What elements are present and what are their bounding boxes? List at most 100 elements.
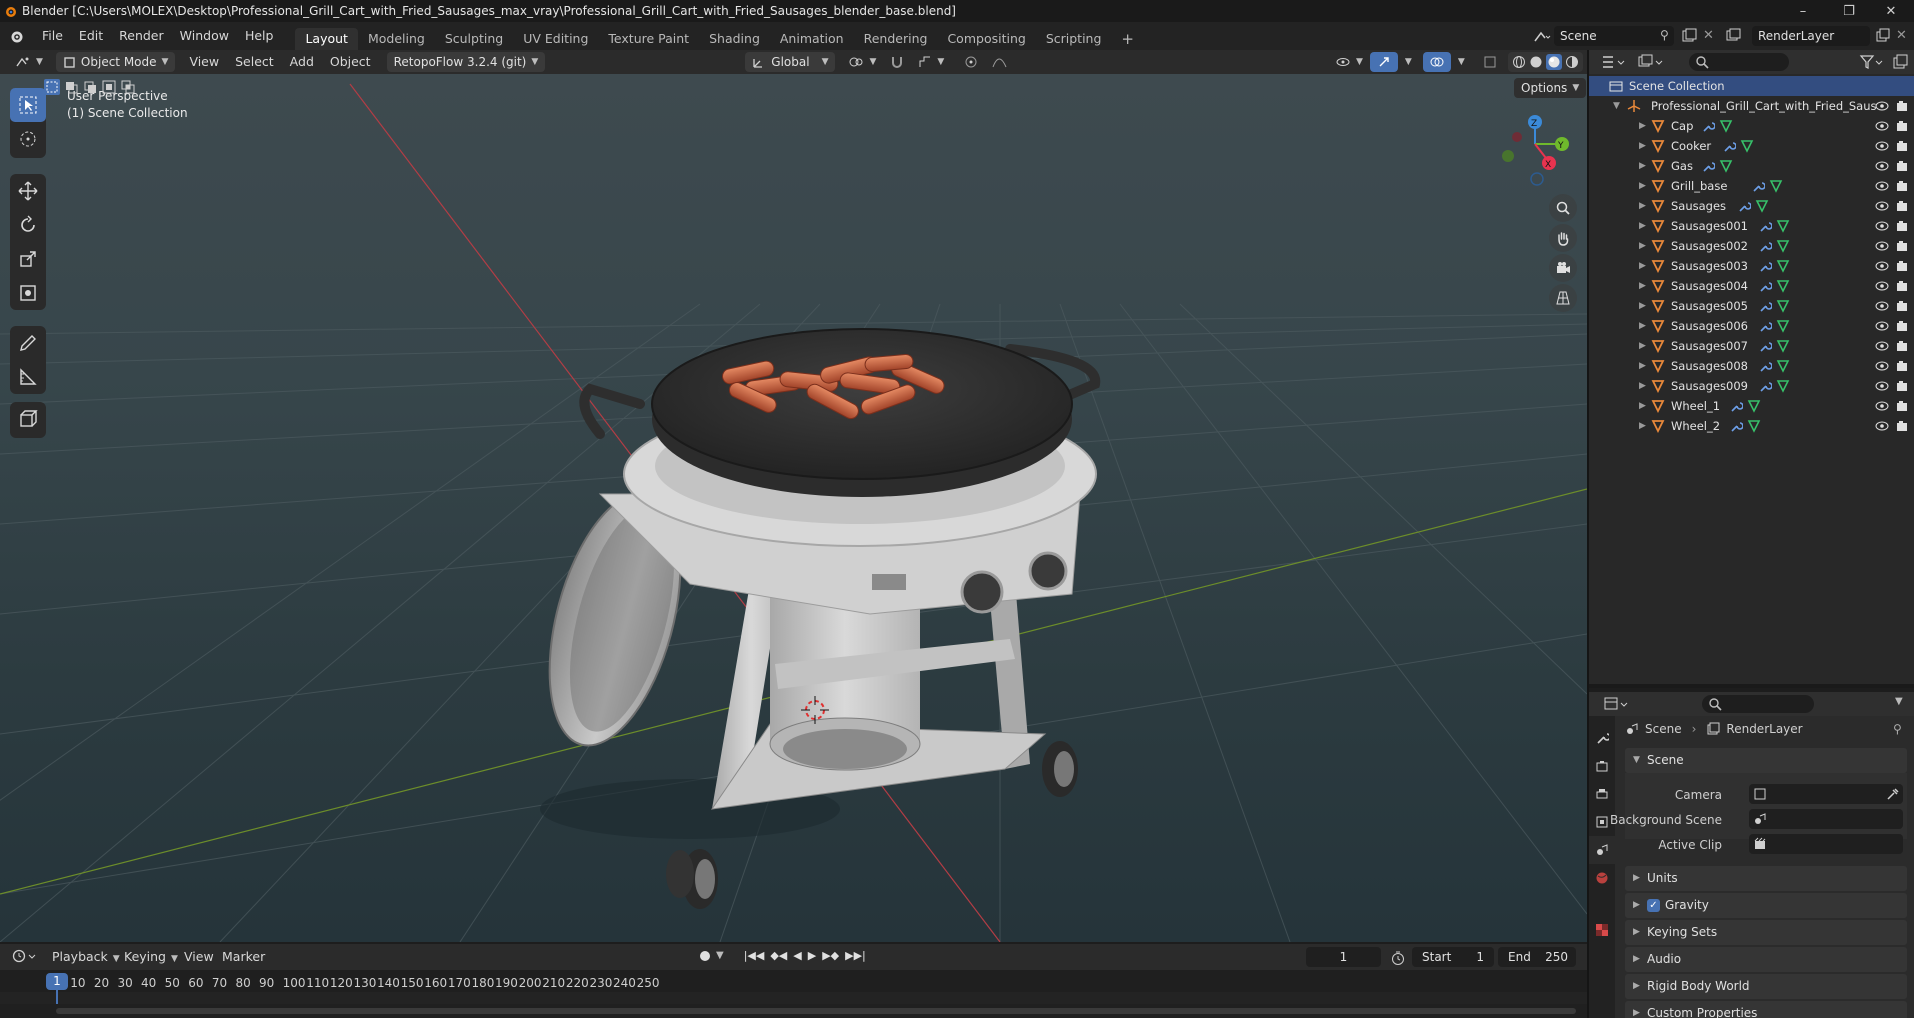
render-camera-icon[interactable] xyxy=(1895,279,1909,293)
tab-uv-editing[interactable]: UV Editing xyxy=(513,28,598,50)
expand-arrow-icon[interactable]: ▶ xyxy=(1639,116,1646,136)
visibility-eye-icon[interactable] xyxy=(1875,100,1889,112)
expand-arrow-icon[interactable]: ▶ xyxy=(1639,416,1646,436)
modifier-wrench-icon[interactable] xyxy=(1758,319,1773,333)
outliner-item-sausages007[interactable]: ▶ Sausages007 xyxy=(1589,336,1914,356)
properties-options-icon[interactable]: ▼ xyxy=(1895,696,1903,707)
tab-texture-paint[interactable]: Texture Paint xyxy=(598,28,699,50)
visibility-eye-icon[interactable] xyxy=(1875,340,1889,352)
gravity-panel-header[interactable]: ▶ ✓ Gravity xyxy=(1625,893,1907,918)
new-collection-icon[interactable] xyxy=(1892,54,1908,73)
rigid-body-world-panel-header[interactable]: ▶ Rigid Body World xyxy=(1625,974,1907,999)
rotate-tool[interactable] xyxy=(10,208,46,242)
pin-scene-icon[interactable]: ⚲ xyxy=(1660,28,1669,42)
expand-arrow-icon[interactable]: ▶ xyxy=(1639,336,1646,356)
pin-properties-icon[interactable]: ⚲ xyxy=(1893,722,1902,736)
mesh-data-icon[interactable] xyxy=(1776,219,1790,233)
expand-arrow-icon[interactable]: ▶ xyxy=(1639,376,1646,396)
visibility-eye-icon[interactable] xyxy=(1875,180,1889,192)
outliner-item-wheel-2[interactable]: ▶ Wheel_2 xyxy=(1589,416,1914,436)
grill-cart-model[interactable] xyxy=(525,328,1101,909)
visibility-eye-icon[interactable] xyxy=(1875,120,1889,132)
expand-arrow-icon[interactable]: ▶ xyxy=(1639,136,1646,156)
mesh-data-icon[interactable] xyxy=(1776,299,1790,313)
tab-world[interactable] xyxy=(1589,864,1615,892)
tab-tool[interactable] xyxy=(1589,724,1615,752)
mesh-data-icon[interactable] xyxy=(1719,119,1733,133)
render-camera-icon[interactable] xyxy=(1895,319,1909,333)
keying-sets-panel-header[interactable]: ▶ Keying Sets xyxy=(1625,920,1907,945)
outliner-scene-collection[interactable]: Scene Collection xyxy=(1589,76,1914,96)
outliner-collection[interactable]: ▼ Professional_Grill_Cart_with_Fried_Saus xyxy=(1589,96,1914,116)
mesh-data-icon[interactable] xyxy=(1719,159,1733,173)
timeline-menu-marker[interactable]: Marker xyxy=(214,943,273,971)
blender-menu-icon[interactable] xyxy=(8,28,24,44)
modifier-wrench-icon[interactable] xyxy=(1758,279,1773,293)
restore-button[interactable]: ❐ xyxy=(1826,0,1872,22)
outliner-item-sausages002[interactable]: ▶ Sausages002 xyxy=(1589,236,1914,256)
visibility-eye-icon[interactable] xyxy=(1875,380,1889,392)
tab-render[interactable] xyxy=(1589,752,1615,780)
mesh-data-icon[interactable] xyxy=(1747,399,1761,413)
jump-next-keyframe-icon[interactable]: ▶◆ xyxy=(822,949,839,962)
modifier-wrench-icon[interactable] xyxy=(1701,119,1715,133)
viewport-menu-object[interactable]: Object xyxy=(322,48,379,76)
add-cube-tool[interactable] xyxy=(10,402,46,436)
expand-arrow-icon[interactable]: ▶ xyxy=(1639,236,1646,256)
expand-arrow-icon[interactable]: ▶ xyxy=(1639,156,1646,176)
modifier-wrench-icon[interactable] xyxy=(1701,159,1715,173)
add-workspace-icon[interactable]: + xyxy=(1111,28,1144,50)
wireframe-shading-icon[interactable] xyxy=(1512,55,1526,69)
outliner-item-sausages[interactable]: ▶ Sausages xyxy=(1589,196,1914,216)
visibility-eye-icon[interactable] xyxy=(1875,300,1889,312)
timeline-editor-type[interactable] xyxy=(12,948,40,967)
outliner-item-sausages001[interactable]: ▶ Sausages001 xyxy=(1589,216,1914,236)
retopoflow-dropdown[interactable]: RetopoFlow 3.2.4 (git) ▼ xyxy=(386,52,546,72)
mesh-data-icon[interactable] xyxy=(1776,359,1790,373)
start-frame-field[interactable]: Start 1 xyxy=(1412,947,1494,967)
gizmo-dropdown[interactable]: ▼ xyxy=(1398,52,1419,72)
minimize-button[interactable]: – xyxy=(1780,0,1826,22)
outliner-item-sausages004[interactable]: ▶ Sausages004 xyxy=(1589,276,1914,296)
jump-start-icon[interactable]: |◀◀ xyxy=(744,949,765,962)
outliner-search-input[interactable] xyxy=(1689,53,1789,71)
units-panel-header[interactable]: ▶ Units xyxy=(1625,866,1907,891)
display-mode-dropdown[interactable] xyxy=(1637,54,1665,73)
modifier-wrench-icon[interactable] xyxy=(1729,399,1744,413)
menu-edit[interactable]: Edit xyxy=(71,22,111,50)
transform-tool[interactable] xyxy=(10,276,46,310)
render-camera-icon[interactable] xyxy=(1895,179,1909,193)
expand-arrow-icon[interactable]: ▶ xyxy=(1639,356,1646,376)
render-camera-icon[interactable] xyxy=(1895,159,1909,173)
visibility-dropdown[interactable]: ▼ xyxy=(1328,52,1370,72)
visibility-eye-icon[interactable] xyxy=(1875,420,1889,432)
tab-scripting[interactable]: Scripting xyxy=(1036,28,1112,50)
viewport-menu-select[interactable]: Select xyxy=(227,48,282,76)
snap-toggle[interactable] xyxy=(883,52,911,72)
solid-shading-icon[interactable] xyxy=(1529,55,1543,69)
move-tool[interactable] xyxy=(10,174,46,208)
background-scene-field[interactable] xyxy=(1749,809,1903,829)
3d-viewport[interactable]: Z Y X User Perspective (1) Scene Collect… xyxy=(0,74,1587,942)
render-camera-icon[interactable] xyxy=(1895,379,1909,393)
menu-window[interactable]: Window xyxy=(172,22,237,50)
expand-arrow-icon[interactable]: ▶ xyxy=(1639,276,1646,296)
select-invert-icon[interactable] xyxy=(101,79,117,95)
new-scene-icon[interactable] xyxy=(1680,27,1700,45)
render-camera-icon[interactable] xyxy=(1895,139,1909,153)
mesh-data-icon[interactable] xyxy=(1776,239,1790,253)
expand-arrow-icon[interactable]: ▶ xyxy=(1639,176,1646,196)
render-camera-icon[interactable] xyxy=(1895,259,1909,273)
tab-shading[interactable]: Shading xyxy=(699,28,770,50)
filter-dropdown[interactable] xyxy=(1859,54,1887,73)
camera-view-button[interactable] xyxy=(1549,254,1577,282)
play-icon[interactable]: ▶ xyxy=(808,949,816,962)
outliner-item-sausages003[interactable]: ▶ Sausages003 xyxy=(1589,256,1914,276)
modifier-wrench-icon[interactable] xyxy=(1758,359,1773,373)
expand-arrow-icon[interactable]: ▶ xyxy=(1639,296,1646,316)
render-camera-icon[interactable] xyxy=(1895,359,1909,373)
close-window-button[interactable]: ✕ xyxy=(1868,0,1914,22)
modifier-wrench-icon[interactable] xyxy=(1751,179,1765,193)
scene-panel-header[interactable]: ▼ Scene xyxy=(1625,748,1907,773)
zoom-view-button[interactable] xyxy=(1549,194,1577,222)
